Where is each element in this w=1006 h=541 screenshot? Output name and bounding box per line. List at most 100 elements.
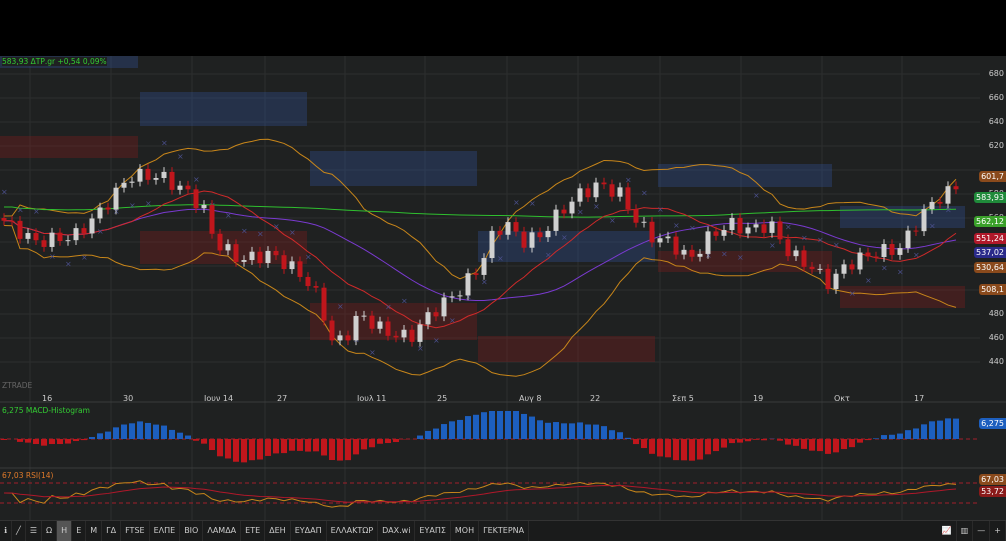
x-tick-label: Οκτ — [834, 394, 850, 403]
candle — [466, 273, 471, 295]
macd-bar — [169, 430, 175, 439]
macd-bar — [129, 423, 135, 439]
draw-line-button[interactable]: ╱ — [12, 521, 26, 541]
macd-bar — [33, 439, 39, 444]
macd-bar — [377, 439, 383, 444]
symbol-button[interactable]: Ω — [42, 521, 57, 541]
candle — [210, 205, 215, 234]
candle — [666, 237, 671, 239]
candle — [394, 336, 399, 338]
macd-bar — [681, 439, 687, 460]
symbol-button[interactable]: ΓΕΚΤΕΡΝΑ — [479, 521, 529, 541]
candle — [586, 188, 591, 197]
chart-area[interactable]: ××××××××××××××××××××××××××××××××××××××××… — [0, 56, 1006, 540]
sar-marker: × — [161, 139, 168, 148]
sar-marker: × — [497, 254, 504, 263]
support-zone — [478, 336, 655, 362]
price-tag: 537,02 — [974, 247, 1006, 258]
macd-bar — [241, 439, 247, 462]
macd-label: 6,275 MACD-Histogram — [2, 406, 90, 415]
macd-bar — [217, 439, 223, 456]
candle — [298, 261, 303, 277]
sar-marker: × — [641, 188, 648, 197]
candle — [850, 264, 855, 269]
macd-bar — [121, 425, 127, 439]
macd-bar — [945, 418, 951, 439]
symbol-button[interactable]: ΓΔ — [102, 521, 121, 541]
symbol-button[interactable]: FTSE — [121, 521, 149, 541]
macd-bar — [601, 426, 607, 439]
candle — [114, 188, 119, 210]
zoom-in-button[interactable]: + — [990, 521, 1006, 541]
symbol-button[interactable]: ΜΟΗ — [451, 521, 479, 541]
sar-marker: × — [65, 260, 72, 269]
symbol-button[interactable]: ΕΛΛΑΚΤΩΡ — [327, 521, 379, 541]
candle — [146, 169, 151, 180]
symbol-button[interactable]: ΕΥΑΠΣ — [415, 521, 450, 541]
sar-marker: × — [193, 175, 200, 184]
candle — [170, 172, 175, 190]
macd-bar — [793, 439, 799, 446]
info-button[interactable]: ℹ — [0, 521, 12, 541]
sar-marker: × — [865, 276, 872, 285]
symbol-button[interactable]: Η — [57, 521, 72, 541]
zoom-out-button[interactable]: — — [973, 521, 990, 541]
macd-bar — [721, 439, 727, 448]
candle — [874, 256, 879, 257]
layout-button[interactable]: ☰ — [26, 521, 42, 541]
sar-marker: × — [609, 216, 616, 225]
price-tag: 601,7 — [979, 171, 1006, 182]
volume-icon[interactable]: ▥ — [957, 521, 974, 541]
candle — [522, 232, 527, 248]
sar-marker: × — [737, 253, 744, 262]
candle — [794, 250, 799, 256]
candle — [346, 335, 351, 340]
candle — [250, 252, 255, 260]
symbol-button[interactable]: DAX.wi — [378, 521, 415, 541]
sar-marker: × — [433, 336, 440, 345]
symbol-button[interactable]: ΛΑΜΔΑ — [203, 521, 241, 541]
macd-bar — [913, 428, 919, 439]
price-tag: 508,1 — [979, 284, 1006, 295]
resistance-zone — [140, 92, 307, 126]
symbol-button[interactable]: Ε — [72, 521, 86, 541]
candle — [202, 205, 207, 208]
x-tick-label: 25 — [437, 394, 447, 403]
macd-bar — [265, 439, 271, 456]
macd-bar — [89, 437, 95, 439]
symbol-button[interactable]: ΔΕΗ — [265, 521, 291, 541]
macd-bar — [369, 439, 375, 447]
macd-bar — [865, 439, 871, 440]
sar-marker: × — [849, 289, 856, 298]
candle — [410, 330, 415, 342]
macd-bar — [361, 439, 367, 449]
candle — [450, 296, 455, 297]
symbol-button[interactable]: ΒΙΟ — [180, 521, 203, 541]
symbol-button[interactable]: ΕΥΔΑΠ — [291, 521, 327, 541]
macd-bar — [41, 439, 47, 446]
macd-bar — [841, 439, 847, 449]
symbol-button[interactable]: ΕΤΕ — [241, 521, 265, 541]
macd-bar — [153, 425, 159, 439]
price-chart[interactable]: ××××××××××××××××××××××××××××××××××××××××… — [0, 56, 1006, 520]
macd-bar — [849, 439, 855, 447]
chart-type-icon[interactable]: 📈 — [938, 521, 957, 541]
sar-marker: × — [305, 253, 312, 262]
macd-bar — [777, 439, 783, 441]
symbol-button[interactable]: Μ — [86, 521, 102, 541]
macd-bar — [545, 423, 551, 439]
macd-bar — [353, 439, 359, 454]
sar-marker: × — [1, 187, 8, 196]
x-tick-label: 22 — [590, 394, 600, 403]
symbol-button[interactable]: ΕΛΠΕ — [150, 521, 181, 541]
candle — [706, 231, 711, 254]
macd-bar — [489, 411, 495, 439]
candle — [218, 234, 223, 251]
candle — [602, 183, 607, 185]
macd-bar — [561, 423, 567, 439]
resistance-zone — [310, 151, 477, 186]
macd-bar — [57, 439, 63, 444]
candle — [330, 321, 335, 341]
sar-marker: × — [401, 296, 408, 305]
macd-bar — [609, 430, 615, 439]
